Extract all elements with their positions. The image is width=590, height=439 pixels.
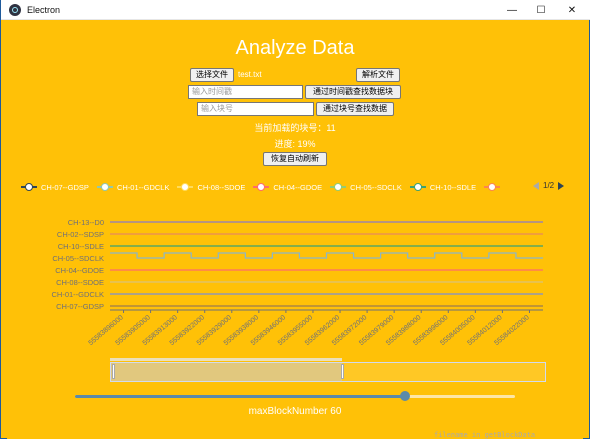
series-line [110, 252, 543, 259]
legend-prev-icon[interactable] [533, 181, 539, 190]
legend-marker-icon [409, 182, 426, 192]
y-tick-label: CH-10--SDLE [58, 242, 104, 251]
line-chart: CH-07--GDSP CH-01--GDCLK CH-08--SDOE CH-04-… [51, 218, 543, 347]
legend-marker-icon [330, 182, 347, 192]
legend-marker-icon [21, 182, 37, 192]
page-title: Analyze Data [235, 37, 355, 59]
legend-marker-icon [96, 182, 113, 192]
legend-label: CH-10--SDLE [429, 182, 477, 192]
legend-label: CH-08--SDOE [197, 182, 246, 192]
legend-label: CH-04--GDOE [273, 182, 323, 192]
find-by-block-button[interactable]: 通过块号查找数据 [316, 102, 394, 116]
legend-pager: 1/2 [533, 181, 565, 190]
minimize-button[interactable]: — [497, 0, 527, 20]
legend-item[interactable]: CH-08--SDOE [177, 182, 245, 192]
legend-page-label: 1/2 [543, 181, 555, 190]
choose-file-button[interactable]: 选择文件 [190, 68, 234, 82]
legend-next-icon[interactable] [558, 181, 565, 190]
legend-item[interactable]: CH-10--SDLE [409, 182, 477, 192]
legend-item[interactable] [484, 182, 504, 192]
y-tick-label: CH-02--SDSP [57, 230, 104, 239]
y-tick-label: CH-08--SDOE [56, 278, 104, 287]
y-tick-label: CH-13--D0 [68, 218, 104, 227]
chart-legend: CH-07--GDSP CH-01--GDCLK CH-08--SDOE CH-04-… [21, 181, 512, 193]
block-number-input[interactable]: 输入块号 [197, 102, 314, 116]
app-content: Analyze Data 选择文件 test.txt 解析文件 输入时间戳 通过… [7, 20, 583, 439]
data-zoom-slider[interactable] [110, 362, 546, 382]
y-tick-label: CH-05--SDCLK [52, 254, 104, 263]
resume-refresh-button[interactable]: 恢复自动刷新 [263, 152, 327, 166]
slider-fill [75, 395, 405, 398]
title-bar[interactable]: Electron — ☐ ✕ [1, 0, 590, 20]
legend-label: CH-05--SDCLK [350, 182, 402, 192]
y-tick-label: CH-07--GDSP [56, 302, 104, 311]
electron-icon [9, 3, 21, 16]
legend-item[interactable]: CH-05--SDCLK [330, 182, 402, 192]
app-window: Electron — ☐ ✕ Analyze Data 选择文件 test.tx… [0, 0, 590, 439]
legend-item[interactable]: CH-01--GDCLK [96, 182, 170, 192]
legend-marker-icon [484, 182, 501, 192]
zoom-selection[interactable] [111, 363, 343, 381]
background-terminal-text: filename in getBlockData [434, 431, 536, 439]
legend-item[interactable]: CH-07--GDSP [21, 182, 89, 192]
legend-item[interactable]: CH-04--GDOE [253, 182, 322, 192]
zoom-start-handle[interactable] [112, 364, 115, 379]
legend-label: CH-07--GDSP [41, 182, 89, 192]
loaded-blocks-text: 当前加载的块号：11 [254, 123, 336, 133]
zoom-end-handle[interactable] [341, 364, 345, 379]
legend-marker-icon [253, 182, 270, 192]
maximize-button[interactable]: ☐ [526, 0, 556, 20]
find-by-timestamp-button[interactable]: 通过时间戳查找数据块 [305, 85, 401, 99]
timestamp-input[interactable]: 输入时间戳 [188, 85, 303, 99]
zoom-range-bar[interactable] [110, 358, 342, 361]
close-button[interactable]: ✕ [557, 0, 587, 20]
parse-file-button[interactable]: 解析文件 [356, 68, 400, 82]
progress-text: 进度: 19% [274, 139, 316, 149]
max-block-slider[interactable] [75, 395, 515, 398]
max-block-label: maxBlockNumber 60 [248, 406, 342, 417]
selected-filename: test.txt [238, 70, 262, 79]
window-title: Electron [27, 4, 61, 15]
y-tick-label: CH-01--GDCLK [51, 290, 104, 299]
legend-marker-icon [177, 182, 194, 192]
y-tick-label: CH-04--GDOE [55, 266, 104, 275]
slider-thumb[interactable] [400, 391, 410, 401]
legend-label: CH-01--GDCLK [116, 182, 170, 192]
